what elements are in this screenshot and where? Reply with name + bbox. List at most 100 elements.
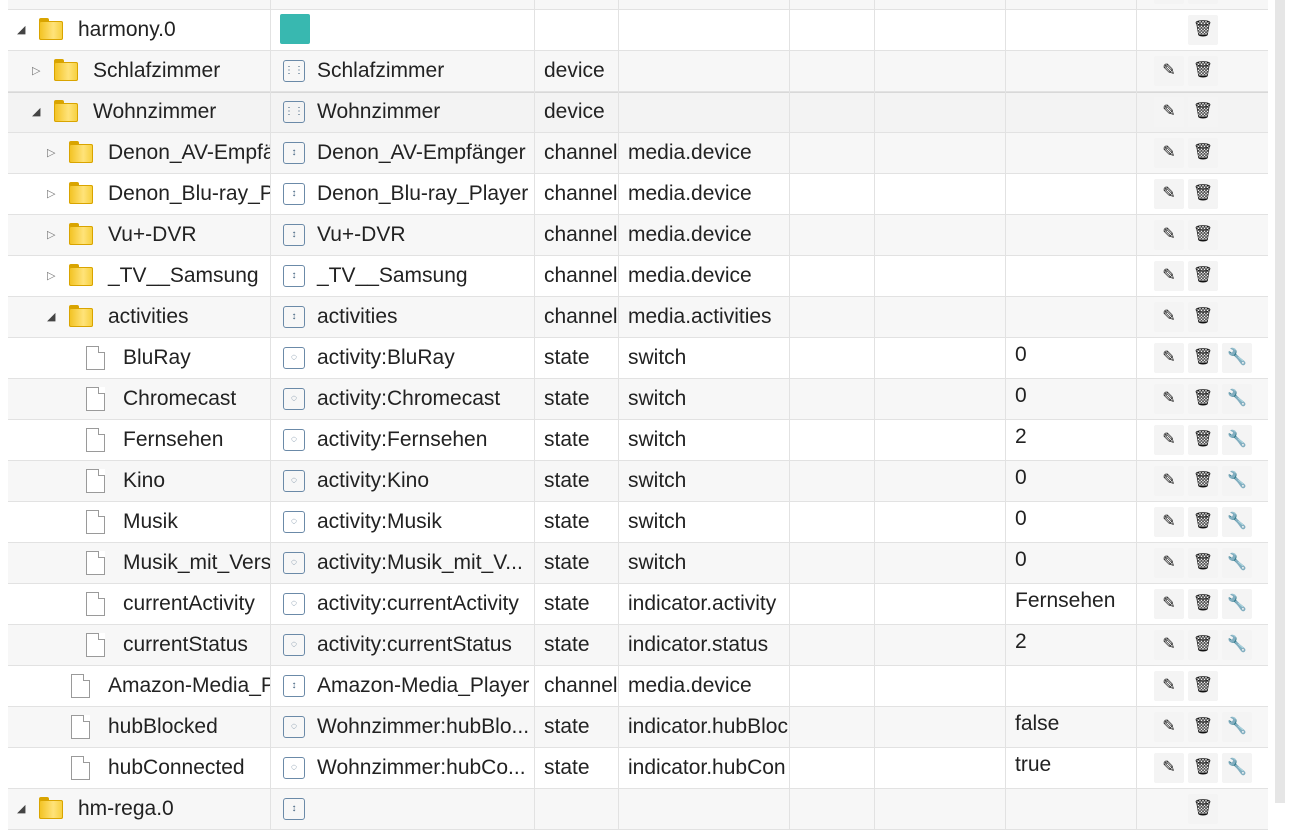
delete-button[interactable]: 🗑 — [1188, 630, 1218, 660]
value-cell[interactable] — [1006, 297, 1137, 337]
edit-button[interactable]: ✎ — [1154, 671, 1184, 701]
value-cell[interactable] — [1006, 174, 1137, 214]
collapse-toggle-icon[interactable]: ◢ — [32, 105, 44, 119]
tree-row[interactable]: Chromecast ◌ activity:Chromecast state switc… — [8, 379, 1268, 420]
delete-button[interactable]: 🗑 — [1188, 384, 1218, 414]
collapse-toggle-icon[interactable]: ◢ — [17, 23, 29, 37]
edit-button[interactable]: ✎ — [1154, 179, 1184, 209]
expand-toggle-icon[interactable]: ▷ — [47, 228, 59, 242]
delete-button[interactable]: 🗑 — [1188, 56, 1218, 86]
delete-button[interactable]: 🗑 — [1188, 548, 1218, 578]
tree-row[interactable]: hubBlocked ◌ Wohnzimmer:hubBlo... state indi… — [8, 707, 1268, 748]
value-cell[interactable]: 2 — [1006, 625, 1137, 665]
delete-button[interactable]: 🗑 — [1188, 425, 1218, 455]
wrench-button[interactable]: 🔧 — [1222, 753, 1252, 783]
edit-button[interactable]: ✎ — [1154, 589, 1184, 619]
tree-row[interactable]: ◢ activities ↕ activities channel media.activ… — [8, 297, 1268, 338]
edit-button[interactable]: ✎ — [1154, 630, 1184, 660]
wrench-button[interactable]: 🔧 — [1222, 343, 1252, 373]
delete-button[interactable]: 🗑 — [1188, 138, 1218, 168]
expand-toggle-icon[interactable]: ▷ — [47, 146, 59, 160]
tree-row[interactable]: BluRay ◌ activity:BluRay state switch 0 ✎ 🗑 🔧 — [8, 338, 1268, 379]
tree-row[interactable]: Musik ◌ activity:Musik state switch 0 ✎ 🗑 🔧 — [8, 502, 1268, 543]
delete-button[interactable]: 🗑 — [1188, 261, 1218, 291]
value-cell[interactable]: false — [1006, 707, 1137, 747]
delete-button[interactable]: 🗑 — [1188, 97, 1218, 127]
tree-row[interactable]: ▷ Schlafzimmer ⋮⋮ Schlafzimmer device ✎ 🗑 — [8, 51, 1268, 92]
delete-button[interactable]: 🗑 — [1188, 794, 1218, 824]
delete-button[interactable]: 🗑 — [1188, 0, 1218, 4]
delete-button[interactable]: 🗑 — [1188, 507, 1218, 537]
tree-row[interactable]: currentStatus ◌ activity:currentStatus stat… — [8, 625, 1268, 666]
edit-button[interactable]: ✎ — [1154, 466, 1184, 496]
value-cell[interactable] — [1006, 0, 1137, 9]
edit-button[interactable]: ✎ — [1154, 138, 1184, 168]
delete-button[interactable]: 🗑 — [1188, 671, 1218, 701]
delete-button[interactable]: 🗑 — [1188, 220, 1218, 250]
edit-button[interactable]: ✎ — [1154, 343, 1184, 373]
edit-button[interactable]: ✎ — [1154, 97, 1184, 127]
tree-row[interactable]: ▷ _TV__Samsung ↕ _TV__Samsung channel media.d… — [8, 256, 1268, 297]
value-cell[interactable]: 0 — [1006, 338, 1137, 378]
edit-button[interactable]: ✎ — [1154, 507, 1184, 537]
wrench-button[interactable]: 🔧 — [1222, 630, 1252, 660]
wrench-button[interactable]: 🔧 — [1222, 425, 1252, 455]
edit-button[interactable]: ✎ — [1154, 302, 1184, 332]
collapse-toggle-icon[interactable]: ◢ — [17, 802, 29, 816]
vertical-scrollbar[interactable] — [1275, 0, 1285, 803]
edit-button[interactable]: ✎ — [1154, 0, 1184, 4]
delete-button[interactable]: 🗑 — [1188, 343, 1218, 373]
edit-button[interactable]: ✎ — [1154, 384, 1184, 414]
delete-button[interactable]: 🗑 — [1188, 179, 1218, 209]
edit-button[interactable]: ✎ — [1154, 220, 1184, 250]
value-cell[interactable] — [1006, 666, 1137, 706]
edit-button[interactable]: ✎ — [1154, 56, 1184, 86]
tree-row[interactable]: ◢ Wohnzimmer ⋮⋮ Wohnzimmer device ✎ 🗑 — [8, 92, 1268, 133]
value-cell[interactable] — [1006, 256, 1137, 296]
value-cell[interactable] — [1006, 133, 1137, 173]
delete-button[interactable]: 🗑 — [1188, 712, 1218, 742]
value-cell[interactable]: 2 — [1006, 420, 1137, 460]
wrench-button[interactable]: 🔧 — [1222, 712, 1252, 742]
delete-button[interactable]: 🗑 — [1188, 589, 1218, 619]
delete-button[interactable]: 🗑 — [1188, 15, 1218, 45]
value-cell[interactable] — [1006, 789, 1137, 829]
value-cell[interactable]: true — [1006, 748, 1137, 788]
edit-button[interactable]: ✎ — [1154, 261, 1184, 291]
tree-row[interactable]: ▷ Denon_AV-Empfä ↕ Denon_AV-Empfänger channe… — [8, 133, 1268, 174]
tree-row[interactable]: Amazon-Media_P ↕ Amazon-Media_Player channe… — [8, 666, 1268, 707]
value-cell[interactable]: 0 — [1006, 543, 1137, 583]
delete-button[interactable]: 🗑 — [1188, 466, 1218, 496]
wrench-button[interactable]: 🔧 — [1222, 466, 1252, 496]
collapse-toggle-icon[interactable]: ◢ — [47, 310, 59, 324]
value-cell[interactable] — [1006, 215, 1137, 255]
tree-row[interactable]: hubConnected ◌ Wohnzimmer:hubCo... state ind… — [8, 748, 1268, 789]
edit-button[interactable]: ✎ — [1154, 753, 1184, 783]
value-cell[interactable]: 0 — [1006, 502, 1137, 542]
wrench-button[interactable]: 🔧 — [1222, 548, 1252, 578]
wrench-button[interactable]: 🔧 — [1222, 589, 1252, 619]
tree-row[interactable]: ▷ Denon_Blu-ray_Pl ↕ Denon_Blu-ray_Player ch… — [8, 174, 1268, 215]
value-cell[interactable]: 0 — [1006, 461, 1137, 501]
value-cell[interactable] — [1006, 92, 1137, 132]
value-cell[interactable] — [1006, 10, 1137, 50]
expand-toggle-icon[interactable]: ▷ — [47, 269, 59, 283]
edit-button[interactable]: ✎ — [1154, 548, 1184, 578]
tree-row[interactable]: ◢ harmony.0 🗑 — [8, 10, 1268, 51]
tree-row[interactable]: currentActivity ◌ activity:currentActivity… — [8, 584, 1268, 625]
edit-button[interactable]: ✎ — [1154, 425, 1184, 455]
tree-row[interactable]: Kino ◌ activity:Kino state switch 0 ✎ 🗑 🔧 — [8, 461, 1268, 502]
wrench-button[interactable]: 🔧 — [1222, 507, 1252, 537]
value-cell[interactable] — [1006, 51, 1137, 91]
delete-button[interactable]: 🗑 — [1188, 302, 1218, 332]
wrench-button[interactable]: 🔧 — [1222, 384, 1252, 414]
expand-toggle-icon[interactable]: ▷ — [32, 64, 44, 78]
tree-row[interactable]: ▷ Vu+-DVR ↕ Vu+-DVR channel media.device ✎ 🗑 — [8, 215, 1268, 256]
delete-button[interactable]: 🗑 — [1188, 753, 1218, 783]
tree-row[interactable]: ◢ hm-rega.0 ↕ 🗑 — [8, 789, 1268, 830]
value-cell[interactable]: 0 — [1006, 379, 1137, 419]
edit-button[interactable]: ✎ — [1154, 712, 1184, 742]
tree-row[interactable]: Fernsehen ◌ activity:Fernsehen state switch 2… — [8, 420, 1268, 461]
tree-row[interactable]: ✎🗑 — [8, 0, 1268, 10]
value-cell[interactable]: Fernsehen — [1006, 584, 1137, 624]
